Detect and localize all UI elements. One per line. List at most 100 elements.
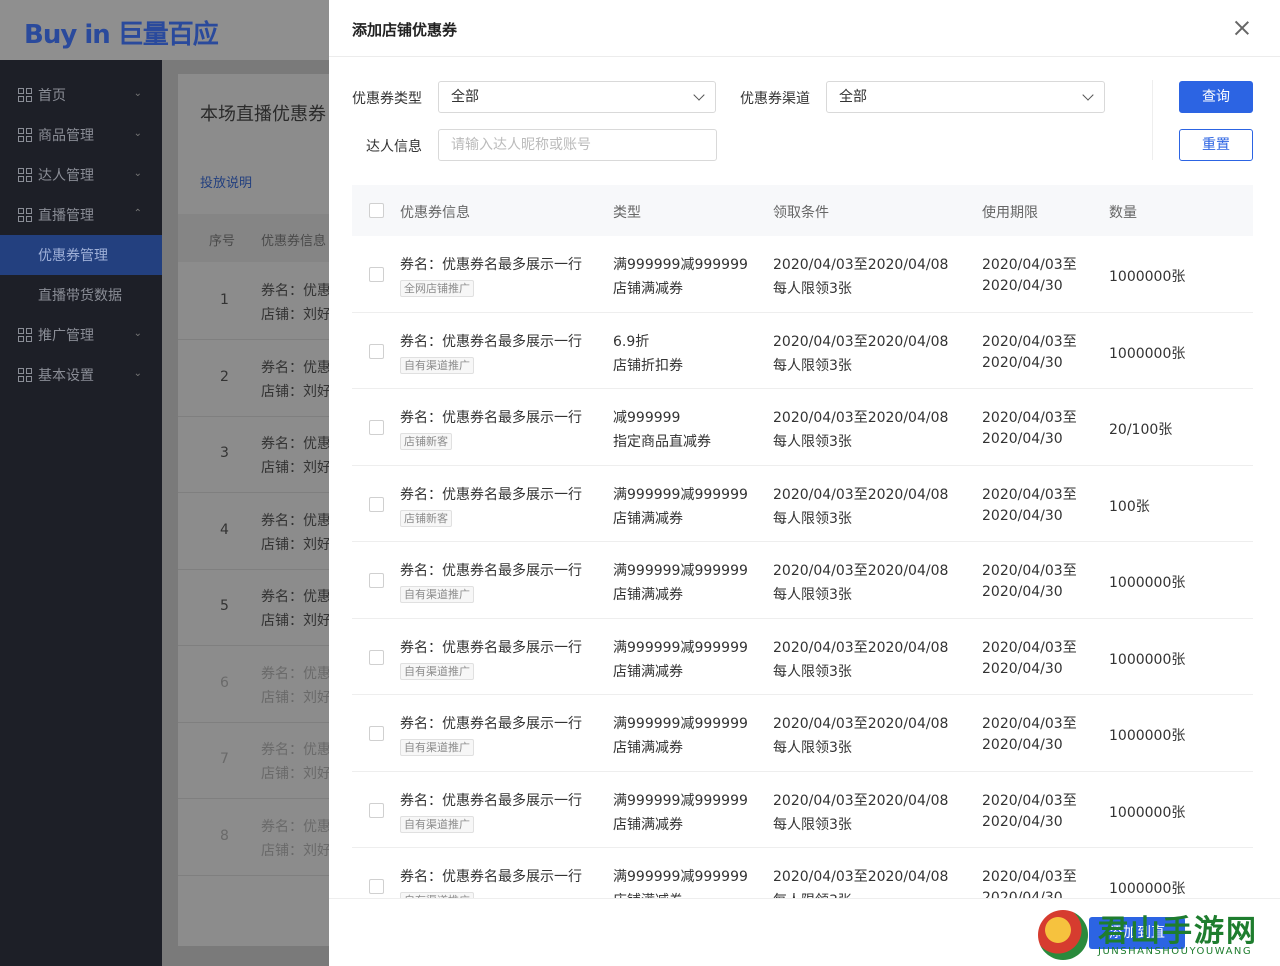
period-start: 2020/04/03至 (982, 869, 1077, 885)
row-checkbox[interactable] (369, 649, 384, 665)
talent-info-input[interactable] (438, 129, 717, 161)
table-row: 券名：优惠券名最多展示一行 店铺新客 满999999减999999 店铺满减券 2020… (352, 466, 1253, 542)
period-start: 2020/04/03至 (982, 639, 1077, 656)
claim-dates: 2020/04/03至2020/04/08 (773, 486, 949, 503)
nav-promotion[interactable]: 推广管理 ⌄ (0, 315, 162, 355)
chevron-down-icon (1082, 89, 1094, 101)
row-checkbox[interactable] (369, 726, 384, 741)
row-checkbox[interactable] (369, 496, 384, 512)
table-row: 券名：优惠券名最多展示一行 全网店铺推广 满999999减999999 店铺满减券 20… (352, 236, 1253, 313)
coupon-name: 券名：优惠券名最多展示一行 (400, 869, 582, 885)
coupon-name: 券名：优惠券名最多展示一行 (400, 563, 582, 579)
period-start: 2020/04/03至 (982, 257, 1077, 273)
nav-products[interactable]: 商品管理 ⌄ (0, 115, 162, 155)
coupon-type-main: 满999999减999999 (613, 792, 748, 809)
watermark-subtext: JUNSHANSHOUYOUWANG (1098, 946, 1253, 957)
coupon-name: 券名：优惠券名最多展示一行 (400, 486, 582, 503)
instructions-link[interactable]: 投放说明 (200, 172, 252, 191)
row-checkbox[interactable] (369, 420, 384, 435)
coupon-channel-select[interactable]: 全部 (826, 81, 1105, 113)
coupon-type-sub: 店铺满减券 (613, 510, 683, 527)
coupon-type-sub: 店铺折扣券 (613, 357, 683, 374)
period-end: 2020/04/30 (982, 660, 1063, 677)
coupon-quantity: 100张 (1109, 498, 1150, 515)
chevron-down-icon (693, 89, 705, 101)
grid-icon (18, 368, 32, 382)
row-checkbox[interactable] (369, 573, 384, 588)
claim-limit: 每人限领3张 (773, 663, 852, 680)
close-icon[interactable] (1232, 18, 1252, 38)
period-end: 2020/04/30 (982, 737, 1063, 753)
coupon-type-main: 满999999减999999 (613, 563, 748, 579)
coupon-quantity: 1000000张 (1109, 575, 1186, 591)
coupon-name: 券名：优惠券名最多展示一行 (400, 639, 582, 656)
nav-talents[interactable]: 达人管理 ⌄ (0, 155, 162, 195)
coupon-type-label: 优惠券类型 (352, 91, 422, 107)
claim-dates: 2020/04/03至2020/04/08 (773, 410, 949, 426)
nav-home[interactable]: 首页 ⌄ (0, 75, 162, 115)
period-start: 2020/04/03至 (982, 792, 1077, 809)
coupon-type-sub: 店铺满减券 (613, 587, 683, 603)
claim-dates: 2020/04/03至2020/04/08 (773, 869, 949, 885)
coupon-channel-label: 优惠券渠道 (740, 91, 810, 107)
period-start: 2020/04/03至 (982, 410, 1077, 426)
row-checkbox[interactable] (369, 343, 384, 359)
claim-limit: 每人限领3张 (773, 816, 852, 833)
coupon-type-sub: 店铺满减券 (613, 816, 683, 833)
coupon-type-select[interactable]: 全部 (438, 81, 716, 113)
table-header: 优惠券信息 类型 领取条件 使用期限 数量 (352, 185, 1253, 236)
coupon-type-sub: 店铺满减券 (613, 740, 683, 756)
watermark-text: 君山手游网 (1098, 914, 1258, 949)
sidebar: 首页 ⌄ 商品管理 ⌄ 达人管理 ⌄ 直播管理 ⌃ 优惠券管理 直播带货数据 推广管理 ⌄… (0, 60, 162, 966)
period-start: 2020/04/03至 (982, 333, 1077, 350)
watermark-logo-icon (1038, 910, 1088, 960)
coupon-tag: 自有渠道推广 (400, 356, 474, 374)
period-start: 2020/04/03至 (982, 563, 1077, 579)
coupon-name: 券名：优惠券名最多展示一行 (400, 333, 582, 350)
claim-dates: 2020/04/03至2020/04/08 (773, 563, 949, 579)
chevron-down-icon: ⌄ (133, 88, 142, 99)
add-coupon-drawer: 添加店铺优惠券 优惠券类型 全部 优惠券渠道 全部 达人信息 查询 重置 优惠券… (329, 0, 1280, 966)
coupon-name: 券名：优惠券名最多展示一行 (400, 792, 582, 809)
claim-limit: 每人限领3张 (773, 357, 852, 374)
nav-coupons[interactable]: 优惠券管理 (0, 235, 162, 275)
query-button[interactable]: 查询 (1179, 81, 1253, 113)
chevron-down-icon: ⌄ (133, 328, 142, 339)
nav-settings[interactable]: 基本设置 ⌄ (0, 355, 162, 395)
coupon-tag: 店铺新客 (400, 509, 452, 527)
logo: Buy in 巨量百应 (24, 20, 219, 50)
nav-live-data[interactable]: 直播带货数据 (0, 275, 162, 315)
coupon-tag: 店铺新客 (400, 433, 452, 450)
chevron-up-icon: ⌃ (133, 208, 142, 219)
row-checkbox[interactable] (369, 879, 384, 894)
period-start: 2020/04/03至 (982, 716, 1077, 732)
period-start: 2020/04/03至 (982, 486, 1077, 503)
claim-dates: 2020/04/03至2020/04/08 (773, 333, 949, 350)
coupon-type-main: 满999999减999999 (613, 486, 748, 503)
coupon-type-main: 满999999减999999 (613, 869, 748, 885)
nav-live[interactable]: 直播管理 ⌃ (0, 195, 162, 235)
grid-icon (18, 168, 32, 182)
drawer-title: 添加店铺优惠券 (352, 21, 458, 39)
claim-dates: 2020/04/03至2020/04/08 (773, 792, 949, 809)
coupon-quantity: 1000000张 (1109, 269, 1186, 285)
coupon-quantity: 1000000张 (1109, 881, 1186, 897)
period-end: 2020/04/30 (982, 431, 1063, 447)
reset-button[interactable]: 重置 (1179, 129, 1253, 161)
claim-limit: 每人限领3张 (773, 510, 852, 527)
grid-icon (18, 208, 32, 222)
row-checkbox[interactable] (369, 802, 384, 818)
coupon-quantity: 1000000张 (1109, 728, 1186, 744)
row-checkbox[interactable] (369, 267, 384, 282)
coupon-name: 券名：优惠券名最多展示一行 (400, 716, 582, 732)
bg-th-info: 优惠券信息 (261, 234, 327, 249)
coupon-tag: 全网店铺推广 (400, 280, 474, 297)
coupon-tag: 自有渠道推广 (400, 815, 474, 833)
coupon-type-main: 减999999 (613, 410, 681, 426)
th-quantity: 数量 (1109, 205, 1137, 221)
coupon-quantity: 1000000张 (1109, 651, 1186, 668)
claim-dates: 2020/04/03至2020/04/08 (773, 639, 949, 656)
period-end: 2020/04/30 (982, 354, 1063, 371)
filter-divider (1152, 80, 1153, 160)
select-all-checkbox[interactable] (369, 203, 384, 218)
